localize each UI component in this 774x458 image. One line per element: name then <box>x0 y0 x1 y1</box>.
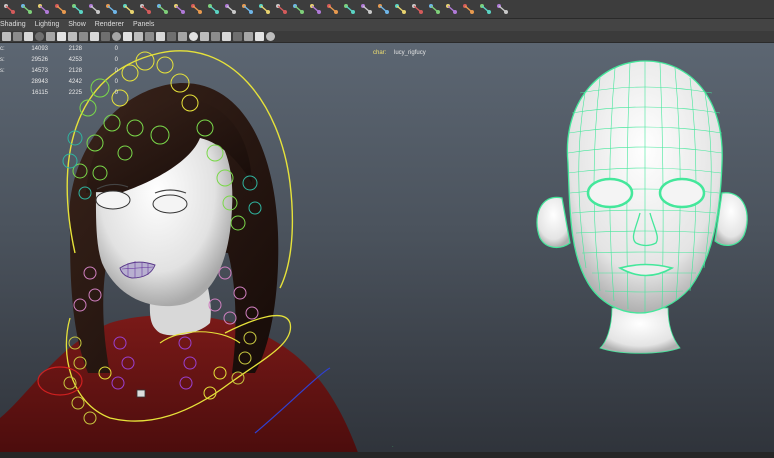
cluster-icon[interactable] <box>308 2 322 16</box>
hud-row: c: 14093 2128 0 <box>0 45 118 52</box>
wrap-icon[interactable] <box>325 2 339 16</box>
ik-handle-icon[interactable] <box>19 2 33 16</box>
select-camera-icon[interactable] <box>2 32 11 41</box>
menu-show[interactable]: Show <box>68 19 86 31</box>
character-label-hud: char: lucy_rigfucy <box>373 50 426 56</box>
go-to-bindpose-icon[interactable] <box>240 2 254 16</box>
point-constraint-icon[interactable] <box>342 2 356 16</box>
joint-tool-icon[interactable] <box>2 2 16 16</box>
eye-right <box>152 194 188 214</box>
smooth-shade-icon[interactable] <box>145 32 154 41</box>
orient-constraint-icon[interactable] <box>376 2 390 16</box>
remove-joint-icon[interactable] <box>104 2 118 16</box>
backface-culling-icon[interactable] <box>222 32 231 41</box>
shirt-mesh <box>0 315 360 458</box>
bottom-status-strip <box>0 452 774 458</box>
rigid-bind-icon[interactable] <box>189 2 203 16</box>
viewport-axis-marker: · <box>392 444 394 450</box>
isolate-select-icon[interactable] <box>233 32 242 41</box>
resolution-gate-icon[interactable] <box>79 32 88 41</box>
anti-aliasing-icon[interactable] <box>266 32 275 41</box>
disconnect-joint-icon[interactable] <box>138 2 152 16</box>
character-label-key: char: <box>373 50 387 56</box>
hypergraph-icon[interactable] <box>495 2 509 16</box>
camera-attributes-icon[interactable] <box>13 32 22 41</box>
wireframe-on-shaded-icon[interactable] <box>156 32 165 41</box>
grid-icon[interactable] <box>57 32 66 41</box>
parent-constraint-icon[interactable] <box>410 2 424 16</box>
locator-icon[interactable] <box>444 2 458 16</box>
menu-renderer[interactable]: Renderer <box>95 19 124 31</box>
menu-lighting[interactable]: Lighting <box>35 19 60 31</box>
maya-window: Shading Lighting Show Renderer Panels · … <box>0 0 774 458</box>
motion-blur-icon[interactable] <box>255 32 264 41</box>
head-model-wireframe[interactable] <box>536 60 748 354</box>
remove-influence-icon[interactable] <box>274 2 288 16</box>
mirror-joint-icon[interactable] <box>70 2 84 16</box>
two-d-pan-icon[interactable] <box>46 32 55 41</box>
smooth-bind-icon[interactable] <box>172 2 186 16</box>
paint-weights-icon[interactable] <box>206 2 220 16</box>
safe-title-icon[interactable] <box>123 32 132 41</box>
center-joint-marker[interactable] <box>136 389 146 398</box>
insert-joint-icon[interactable] <box>53 2 67 16</box>
character-lucy[interactable] <box>0 50 360 458</box>
safe-action-icon[interactable] <box>112 32 121 41</box>
field-chart-icon[interactable] <box>101 32 110 41</box>
panel-menu-bar: Shading Lighting Show Renderer Panels <box>0 19 774 31</box>
x-ray-icon[interactable] <box>200 32 209 41</box>
eye-socket-left <box>586 177 634 209</box>
menu-shading[interactable]: Shading <box>0 19 26 31</box>
head-neck-mesh <box>599 307 681 354</box>
add-influence-icon[interactable] <box>257 2 271 16</box>
poly-count-hud: c: 14093 2128 0 s: 29526 4253 0 s: 14573… <box>0 43 118 98</box>
gate-mask-icon[interactable] <box>90 32 99 41</box>
film-gate-icon[interactable] <box>68 32 77 41</box>
bookmark-icon[interactable] <box>24 32 33 41</box>
shadows-icon[interactable] <box>189 32 198 41</box>
hud-row: s: 29526 4253 0 <box>0 56 118 63</box>
ik-spline-icon[interactable] <box>36 2 50 16</box>
set-key-icon[interactable] <box>461 2 475 16</box>
rigging-shelf <box>0 0 774 19</box>
scale-constraint-icon[interactable] <box>393 2 407 16</box>
orient-joint-icon[interactable] <box>87 2 101 16</box>
hud-row: 16115 2225 0 <box>31 89 118 96</box>
perspective-viewport[interactable]: · c: 14093 2128 0 s: 29526 4253 0 s: 145… <box>0 43 774 458</box>
aim-constraint-icon[interactable] <box>359 2 373 16</box>
detach-skin-icon[interactable] <box>223 2 237 16</box>
ambient-occlusion-icon[interactable] <box>244 32 253 41</box>
ear-left-mesh <box>536 196 571 248</box>
lattice-icon[interactable] <box>291 2 305 16</box>
connect-joint-icon[interactable] <box>121 2 135 16</box>
use-all-lights-icon[interactable] <box>178 32 187 41</box>
viewport-toolbar <box>0 31 774 43</box>
x-ray-joints-icon[interactable] <box>211 32 220 41</box>
character-label-value: lucy_rigfucy <box>394 50 426 56</box>
image-plane-icon[interactable] <box>35 32 44 41</box>
pole-vector-icon[interactable] <box>427 2 441 16</box>
wireframe-icon[interactable] <box>134 32 143 41</box>
reroot-icon[interactable] <box>155 2 169 16</box>
viewport-scene: · <box>0 50 748 458</box>
character-set-icon[interactable] <box>478 2 492 16</box>
textured-icon[interactable] <box>167 32 176 41</box>
eye-left <box>95 190 131 210</box>
menu-panels[interactable]: Panels <box>133 19 154 31</box>
hud-row: s: 14573 2128 0 <box>0 67 118 74</box>
eye-socket-right <box>658 177 706 209</box>
hud-row: 28943 4242 0 <box>31 78 118 85</box>
